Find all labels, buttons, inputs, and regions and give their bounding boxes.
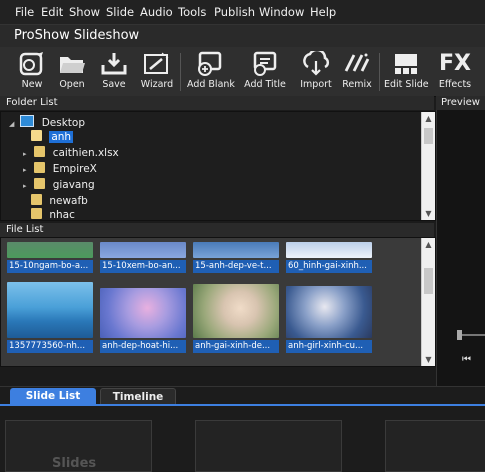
new-icon bbox=[19, 52, 43, 76]
file-thumbnail[interactable]: anh-gai-xinh-de... bbox=[193, 284, 279, 353]
desktop-icon bbox=[20, 115, 35, 127]
effects-icon: FX bbox=[439, 51, 471, 76]
tree-item-newafb[interactable]: newafb bbox=[31, 194, 88, 208]
title-bar: ProShow Slideshow bbox=[0, 24, 485, 48]
menu-tools[interactable]: Tools bbox=[178, 5, 206, 19]
menu-file[interactable]: File bbox=[15, 5, 34, 19]
wizard-icon bbox=[144, 52, 169, 74]
folder-icon bbox=[34, 162, 46, 173]
scroll-thumb[interactable] bbox=[424, 268, 433, 294]
folder-icon bbox=[31, 208, 42, 219]
add-title-button[interactable]: Add Title bbox=[243, 51, 287, 95]
menu-audio[interactable]: Audio bbox=[140, 5, 173, 19]
tree-item-nhac[interactable]: nhac bbox=[31, 208, 75, 222]
expand-arrow-icon[interactable]: ▸ bbox=[23, 163, 31, 177]
thumbnail-image bbox=[7, 282, 93, 338]
import-button[interactable]: Import bbox=[297, 51, 335, 95]
scroll-up-icon[interactable]: ▲ bbox=[422, 238, 435, 251]
app-title: ProShow Slideshow bbox=[14, 28, 140, 43]
thumbnail-image bbox=[7, 242, 93, 258]
slide-slot[interactable] bbox=[195, 420, 342, 472]
file-thumbnail[interactable]: anh-dep-hoat-hi... bbox=[100, 288, 186, 353]
menu-show[interactable]: Show bbox=[69, 5, 100, 19]
thumbnail-image bbox=[193, 284, 279, 338]
skip-back-icon[interactable]: ⏮ bbox=[462, 354, 471, 365]
tree-item-empirex[interactable]: ▸ EmpireX bbox=[23, 162, 97, 176]
folder-scrollbar[interactable]: ▲ ▼ bbox=[421, 112, 435, 220]
folder-list-header: Folder List bbox=[0, 96, 434, 110]
toolbar-separator bbox=[379, 53, 380, 91]
folder-icon bbox=[34, 178, 46, 189]
menu-edit[interactable]: Edit bbox=[41, 5, 63, 19]
wizard-button[interactable]: Wizard bbox=[137, 51, 177, 95]
add-title-icon bbox=[253, 51, 277, 76]
tab-timeline[interactable]: Timeline bbox=[100, 388, 176, 405]
folder-tree: ◢ Desktop anh ▸ caithien.xlsx ▸ EmpireX … bbox=[0, 111, 436, 221]
menu-publish[interactable]: Publish bbox=[214, 5, 255, 19]
file-scrollbar[interactable]: ▲ ▼ bbox=[421, 238, 435, 366]
new-button[interactable]: New bbox=[12, 51, 52, 95]
scrubber-handle[interactable] bbox=[457, 330, 462, 340]
file-list-header: File List bbox=[0, 223, 434, 237]
save-icon bbox=[101, 53, 127, 75]
menu-window[interactable]: Window bbox=[259, 5, 304, 19]
slides-placeholder: Slides bbox=[52, 456, 97, 471]
thumbnail-image bbox=[100, 242, 186, 258]
thumbnail-image bbox=[193, 242, 279, 258]
menu-slide[interactable]: Slide bbox=[106, 5, 134, 19]
tab-underline bbox=[0, 404, 485, 406]
slide-slot[interactable] bbox=[385, 420, 485, 472]
open-button[interactable]: Open bbox=[52, 51, 92, 95]
preview-header: Preview bbox=[436, 96, 485, 110]
thumbnail-image bbox=[286, 286, 372, 338]
thumbnail-image bbox=[286, 242, 372, 258]
menu-help[interactable]: Help bbox=[310, 5, 336, 19]
expand-arrow-icon[interactable]: ▸ bbox=[23, 147, 31, 161]
import-icon bbox=[303, 51, 330, 76]
tree-item-giavang[interactable]: ▸ giavang bbox=[23, 178, 95, 192]
effects-button[interactable]: FX Effects bbox=[436, 51, 474, 95]
scroll-down-icon[interactable]: ▼ bbox=[422, 353, 435, 366]
tree-item-anh[interactable]: anh bbox=[31, 130, 74, 144]
file-thumbnail[interactable]: 15-10xem-bo-an... bbox=[100, 242, 186, 273]
edit-slide-button[interactable]: Edit Slide bbox=[384, 51, 429, 95]
scroll-thumb[interactable] bbox=[424, 128, 433, 144]
scroll-up-icon[interactable]: ▲ bbox=[422, 112, 435, 125]
file-thumbnail[interactable]: 1357773560-nh... bbox=[7, 282, 93, 353]
remix-button[interactable]: Remix bbox=[339, 51, 375, 95]
edit-slide-icon bbox=[395, 54, 417, 74]
expand-arrow-icon[interactable]: ▸ bbox=[23, 179, 31, 193]
remix-icon bbox=[344, 53, 370, 72]
file-thumbnail[interactable]: anh-girl-xinh-cu... bbox=[286, 286, 372, 353]
collapse-arrow-icon[interactable]: ◢ bbox=[9, 117, 17, 131]
tree-item-desktop[interactable]: ◢ Desktop bbox=[9, 115, 85, 129]
scroll-down-icon[interactable]: ▼ bbox=[422, 207, 435, 220]
save-button[interactable]: Save bbox=[94, 51, 134, 95]
file-thumbnail[interactable]: 15-10ngam-bo-a... bbox=[7, 242, 93, 273]
add-blank-button[interactable]: Add Blank bbox=[187, 51, 235, 95]
file-thumbnail[interactable]: 15-anh-dep-ve-t... bbox=[193, 242, 279, 273]
toolbar: New Open Save Wizard Add Blank Add Title… bbox=[0, 47, 485, 97]
menu-bar: File Edit Show Slide Audio Tools Publish… bbox=[0, 0, 485, 24]
folder-open-icon bbox=[60, 57, 85, 73]
add-blank-icon bbox=[198, 51, 222, 76]
file-grid: 15-10ngam-bo-a... 15-10xem-bo-an... 15-a… bbox=[0, 237, 436, 367]
preview-panel: ⏮ bbox=[436, 96, 485, 386]
toolbar-separator bbox=[180, 53, 181, 91]
thumbnail-image bbox=[100, 288, 186, 338]
tree-item-caithien[interactable]: ▸ caithien.xlsx bbox=[23, 146, 119, 160]
file-thumbnail[interactable]: 60_hinh-gai-xinh... bbox=[286, 242, 372, 273]
folder-icon bbox=[31, 194, 42, 205]
folder-icon bbox=[31, 130, 42, 141]
tab-slide-list[interactable]: Slide List bbox=[10, 388, 96, 404]
folder-icon bbox=[34, 146, 46, 157]
